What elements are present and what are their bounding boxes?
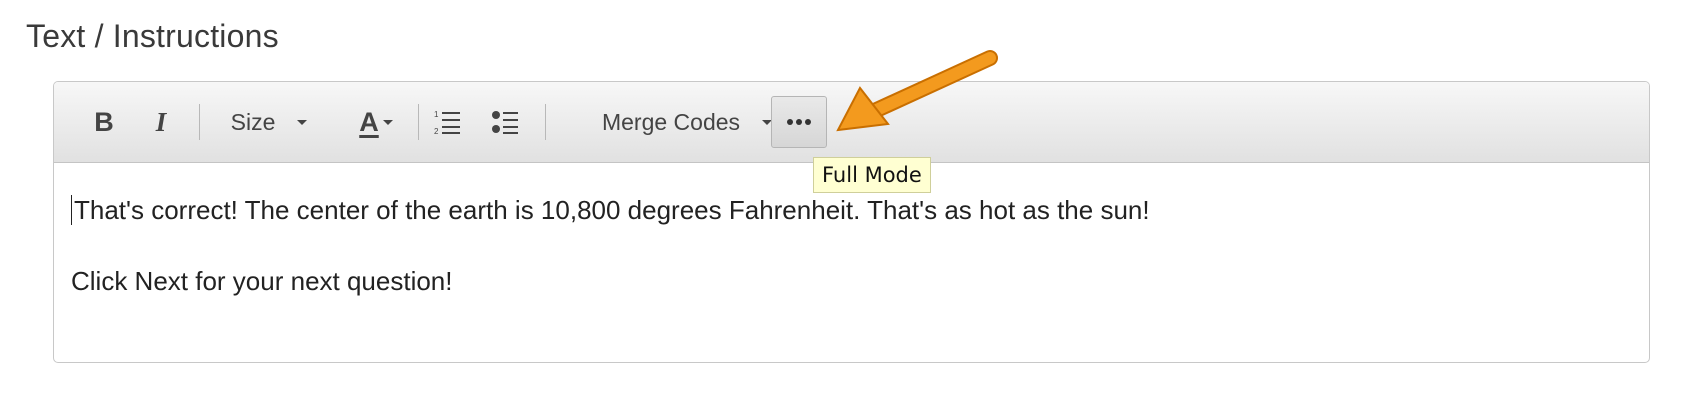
svg-text:1: 1 [434,110,439,119]
ordered-list-icon: 1 2 [434,110,460,135]
full-mode-tooltip: Full Mode [813,157,931,193]
toolbar-divider [545,104,546,140]
italic-button[interactable]: I [141,97,181,147]
bold-button[interactable]: B [84,97,124,147]
annotation-arrow-icon [836,50,998,132]
chevron-down-icon [382,119,393,125]
svg-text:2: 2 [434,127,439,135]
text-color-icon: A [359,106,379,137]
ordered-list-button[interactable]: 1 2 [419,97,475,147]
more-dots-icon [787,119,811,125]
editor-content[interactable]: That's correct! The center of the earth … [71,192,1629,299]
toolbar-divider [199,104,200,140]
text-cursor [71,195,72,225]
content-paragraph: Click Next for your next question! [71,266,453,296]
chevron-down-icon [297,119,308,125]
italic-icon: I [155,106,167,137]
size-dropdown[interactable]: Size [214,97,324,147]
bullet-list-icon [492,111,518,134]
content-paragraph: That's correct! The center of the earth … [71,192,1629,228]
size-label: Size [230,108,276,135]
text-color-dropdown[interactable]: A [337,97,415,147]
bold-icon: B [94,106,114,137]
full-mode-button[interactable] [771,96,827,148]
merge-codes-label: Merge Codes [601,108,741,135]
bullet-list-button[interactable] [477,97,533,147]
section-title: Text / Instructions [26,18,279,54]
paragraph-1-text: That's correct! The center of the earth … [74,195,1150,225]
